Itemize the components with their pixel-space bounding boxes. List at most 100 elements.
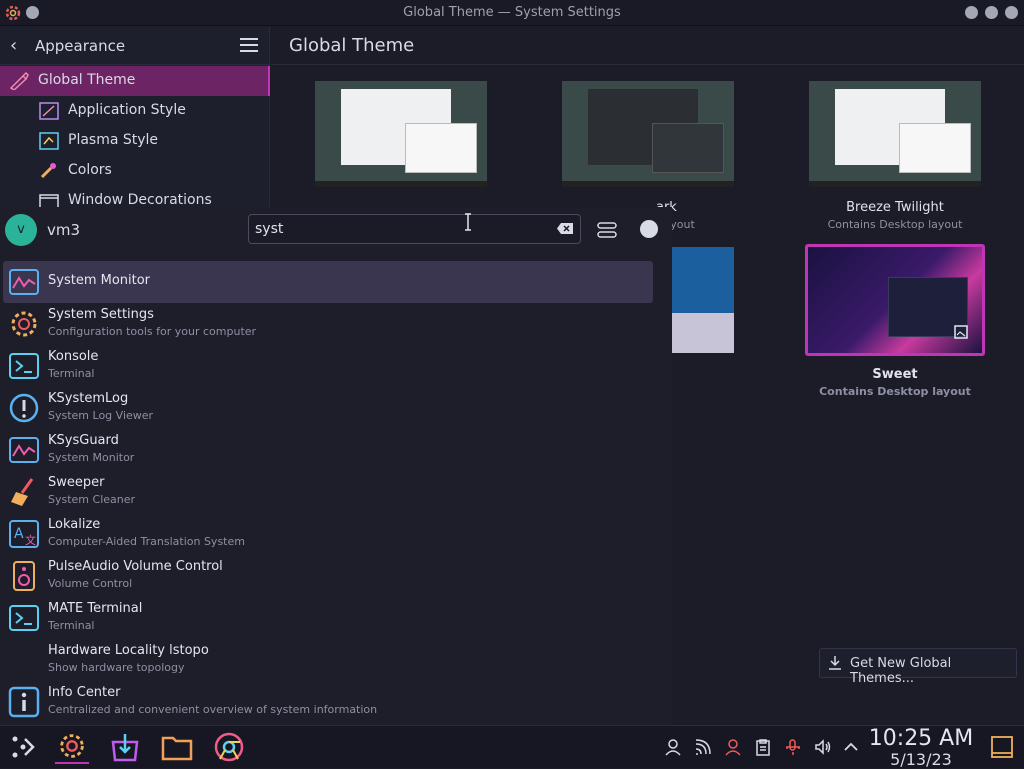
clock-time: 10:25 AM — [868, 726, 974, 751]
list-item[interactable]: System Settings Configuration tools for … — [3, 303, 653, 345]
folder-icon[interactable] — [160, 730, 194, 764]
network-icon[interactable] — [694, 738, 712, 756]
window-minimize-button[interactable] — [965, 6, 978, 19]
get-new-themes-button[interactable]: Get New Global Themes... — [819, 648, 1017, 686]
lokalize-icon: A文 — [9, 520, 39, 548]
result-subtitle: Configuration tools for your computer — [48, 325, 257, 338]
result-subtitle: System Log Viewer — [48, 409, 154, 422]
list-item[interactable]: System Monitor — [3, 261, 653, 303]
result-subtitle: System Cleaner — [48, 493, 136, 506]
sidebar-item-plasma-style[interactable]: Plasma Style — [0, 126, 270, 156]
list-item[interactable]: Hardware Locality lstopo Show hardware t… — [3, 639, 653, 681]
result-name: Lokalize — [48, 517, 101, 532]
text-cursor-icon — [465, 213, 471, 231]
result-subtitle: Show hardware topology — [48, 661, 185, 674]
ksysguard-icon — [9, 437, 39, 463]
hamburger-menu-icon[interactable] — [240, 38, 258, 52]
sidebar-header: ‹ Appearance — [0, 27, 270, 65]
theme-subtitle: Contains Desktop layout — [819, 385, 971, 398]
image-icon — [954, 325, 968, 339]
user-switch-icon[interactable] — [724, 738, 742, 756]
result-name: KSysGuard — [48, 433, 119, 448]
clipboard-icon[interactable] — [754, 738, 772, 756]
theme-preview-sweet[interactable] — [805, 244, 985, 356]
colors-icon — [40, 163, 56, 179]
result-subtitle: Terminal — [48, 619, 95, 632]
theme-preview-partial[interactable] — [672, 247, 734, 353]
result-name: Konsole — [48, 349, 99, 364]
window-titlebar: Global Theme — System Settings — [0, 0, 1024, 26]
clock-date: 5/13/23 — [890, 750, 952, 769]
system-settings-icon — [11, 311, 37, 337]
download-icon — [829, 656, 841, 670]
list-item[interactable]: PulseAudio Volume Control Volume Control — [3, 555, 653, 597]
result-name: MATE Terminal — [48, 601, 143, 616]
konsole-icon — [9, 353, 39, 379]
list-item[interactable]: KSysGuard System Monitor — [3, 429, 653, 471]
sidebar-section-title: Appearance — [35, 37, 126, 55]
theme-subtitle: Contains Desktop layout — [827, 218, 963, 231]
result-subtitle: Centralized and convenient overview of s… — [48, 703, 378, 716]
theme-preview-breeze-twilight[interactable] — [809, 81, 981, 187]
volume-icon[interactable] — [814, 738, 832, 756]
mate-terminal-icon — [9, 605, 39, 631]
svg-text:A: A — [14, 526, 24, 542]
result-subtitle: Volume Control — [48, 577, 133, 590]
sidebar-item-label: Application Style — [68, 102, 186, 118]
microphone-muted-icon[interactable] — [784, 738, 802, 756]
result-name: PulseAudio Volume Control — [48, 559, 223, 574]
theme-caption-sweet: Sweet Contains Desktop layout — [795, 367, 995, 398]
avatar[interactable]: v — [5, 214, 37, 246]
result-name: System Settings — [48, 307, 154, 322]
theme-preview-breeze[interactable] — [315, 81, 487, 187]
chevron-up-icon[interactable] — [842, 738, 860, 756]
settings-sidebar: ‹ Appearance Global Theme Application St… — [0, 27, 270, 207]
plasma-style-icon — [39, 132, 59, 150]
application-launcher-icon[interactable] — [6, 730, 40, 764]
pulseaudio-icon — [13, 561, 35, 591]
list-item[interactable]: Info Center Centralized and convenient o… — [3, 681, 653, 723]
result-name: Hardware Locality lstopo — [48, 643, 209, 658]
ksystemlog-icon — [9, 393, 39, 423]
list-item[interactable]: Sweeper System Cleaner — [3, 471, 653, 513]
chrome-icon[interactable] — [212, 730, 246, 764]
user-icon[interactable] — [664, 738, 682, 756]
sidebar-item-global-theme[interactable]: Global Theme — [0, 66, 270, 96]
list-item[interactable]: MATE Terminal Terminal — [3, 597, 653, 639]
result-name: System Monitor — [48, 273, 151, 288]
sidebar-item-label: Plasma Style — [68, 132, 159, 148]
result-name: Sweeper — [48, 475, 105, 490]
result-subtitle: Terminal — [48, 367, 95, 380]
show-desktop-icon[interactable] — [990, 735, 1014, 759]
theme-preview-breeze-dark[interactable] — [562, 81, 734, 187]
sidebar-item-label: Window Decorations — [68, 192, 212, 207]
page-header: Global Theme — [271, 27, 1024, 65]
window-close-button[interactable] — [1005, 6, 1018, 19]
digital-clock[interactable]: 10:25 AM 5/13/23 — [868, 727, 974, 769]
application-style-icon — [39, 102, 59, 120]
back-arrow-icon[interactable]: ‹ — [10, 35, 17, 56]
list-item[interactable]: A文 Lokalize Computer-Aided Translation S… — [3, 513, 653, 555]
list-item[interactable]: KSystemLog System Log Viewer — [3, 387, 653, 429]
result-subtitle: Computer-Aided Translation System — [48, 535, 245, 548]
sidebar-item-application-style[interactable]: Application Style — [0, 96, 270, 126]
clear-text-icon[interactable] — [556, 222, 574, 235]
system-settings-icon[interactable] — [55, 730, 89, 764]
search-input[interactable] — [248, 214, 581, 244]
app-launcher-popup: v vm3 System Monitor System Settings Con… — [0, 207, 672, 725]
user-name: vm3 — [47, 221, 81, 239]
filter-settings-icon[interactable] — [596, 220, 618, 240]
window-maximize-button[interactable] — [985, 6, 998, 19]
svg-text:文: 文 — [25, 533, 36, 547]
sidebar-item-colors[interactable]: Colors — [0, 156, 270, 186]
list-item[interactable]: Konsole Terminal — [3, 345, 653, 387]
pin-toggle[interactable] — [640, 220, 658, 238]
theme-name: Breeze Twilight — [846, 200, 944, 215]
result-name: Info Center — [48, 685, 121, 700]
sidebar-item-window-decorations[interactable]: Window Decorations — [0, 186, 270, 207]
taskbar: 10:25 AM 5/13/23 — [0, 725, 1024, 769]
sidebar-item-label: Colors — [68, 162, 112, 178]
discover-icon[interactable] — [108, 730, 142, 764]
get-new-themes-label: Get New Global Themes... — [850, 656, 952, 686]
theme-caption-breeze-twilight: Breeze Twilight Contains Desktop layout — [795, 200, 995, 231]
